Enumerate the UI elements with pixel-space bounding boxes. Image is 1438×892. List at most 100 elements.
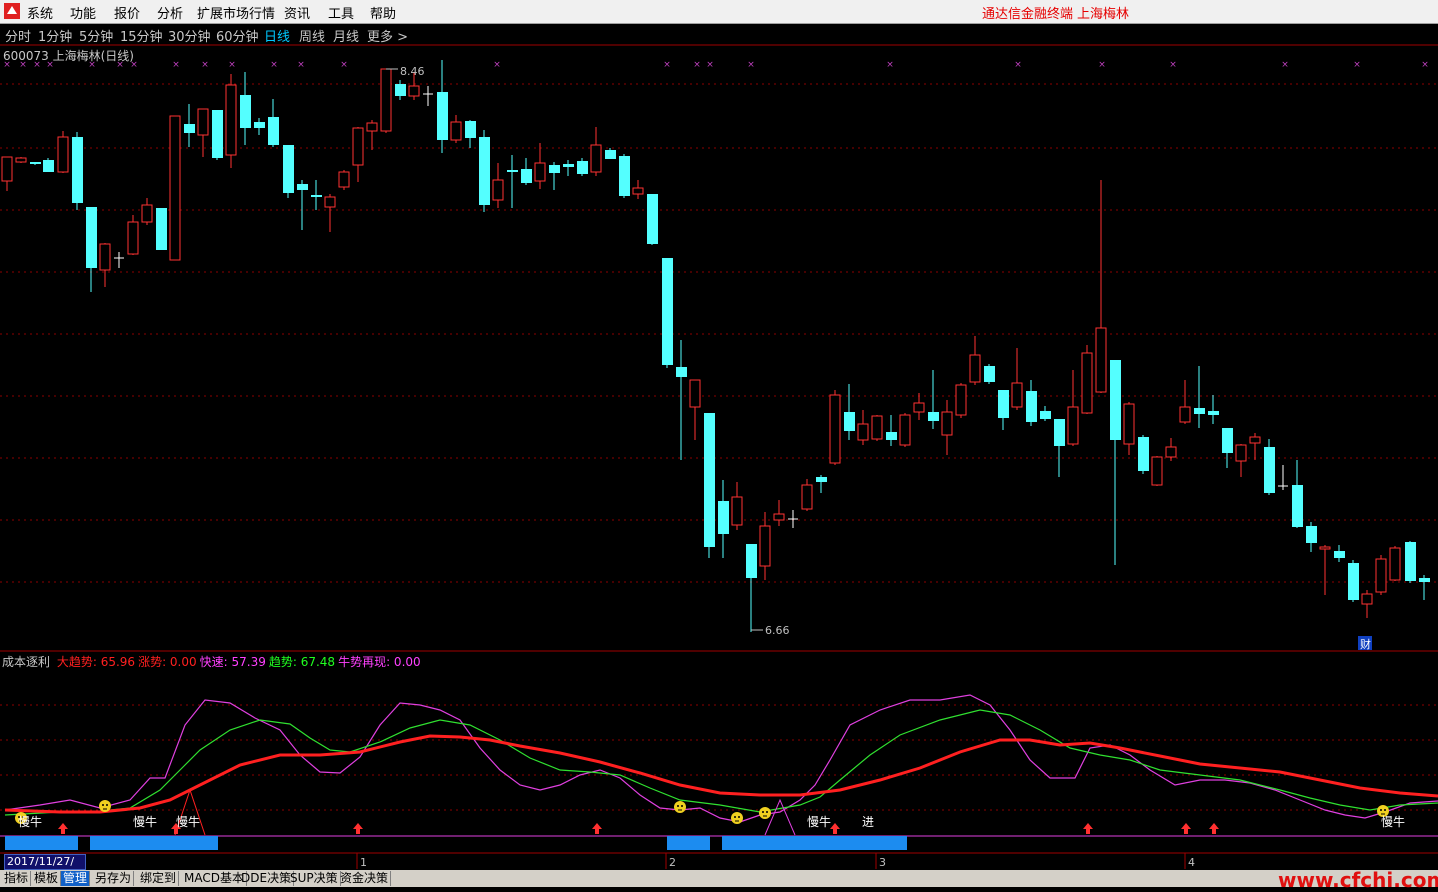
candle <box>465 120 476 148</box>
tab-sup-decision[interactable]: SUP决策 <box>288 871 341 886</box>
candle <box>1348 560 1359 602</box>
candle-body <box>955 384 967 416</box>
candle <box>212 110 223 160</box>
candle <box>492 163 504 208</box>
candle <box>352 127 364 182</box>
candle-body <box>984 366 995 382</box>
candle <box>1306 522 1317 552</box>
face-disc <box>674 801 686 813</box>
candle-body <box>437 92 448 140</box>
candle-body <box>676 367 687 377</box>
candle <box>647 194 658 245</box>
major-trend-line <box>4 734 1438 814</box>
candle <box>99 243 111 287</box>
candle <box>534 143 546 189</box>
tab-dde-decision[interactable]: DDE决策 <box>239 871 295 886</box>
candle <box>57 131 69 173</box>
tab-template[interactable]: 模板 <box>32 871 62 886</box>
up-arrow-icon <box>592 823 602 834</box>
candle-body <box>156 208 167 250</box>
face-disc <box>731 812 743 824</box>
candle-body <box>1123 403 1135 445</box>
signal-bar <box>5 836 78 850</box>
candle-body <box>1319 546 1331 550</box>
candle-body <box>647 194 658 244</box>
tab-indicator[interactable]: 指标 <box>2 871 32 886</box>
candle-body <box>465 121 476 138</box>
candle <box>1235 444 1247 477</box>
candle <box>563 160 574 176</box>
candle <box>184 104 195 147</box>
up-arrow-icon <box>1181 823 1191 834</box>
candle <box>1179 380 1191 424</box>
face-eye <box>1384 809 1386 811</box>
candle-body <box>1011 382 1023 408</box>
indicator-param: 快速: 57.39 <box>199 655 266 669</box>
candle <box>380 68 392 133</box>
candle <box>240 72 251 145</box>
candle-body <box>99 243 111 271</box>
candle <box>704 413 715 558</box>
candlestick-chart[interactable]: × × × × × × × × × × × × × × × × × × × × × × × × × 8.466.66财 慢牛 慢牛… <box>0 0 1438 870</box>
candle-body <box>212 110 223 158</box>
candle-body <box>718 501 729 534</box>
candle-body <box>969 354 981 383</box>
candle-body <box>1 156 13 182</box>
candle-body <box>521 169 532 183</box>
candle-body <box>1405 542 1416 581</box>
candle <box>1081 345 1093 414</box>
up-arrow-icon <box>353 823 363 834</box>
tab-bind-to[interactable]: 绑定到 <box>138 871 180 886</box>
candle <box>844 384 855 440</box>
candle-body <box>1040 411 1051 419</box>
candle <box>1264 439 1275 495</box>
candle <box>43 158 54 172</box>
trend-line <box>4 709 1438 816</box>
candle-body <box>72 137 83 203</box>
candle <box>731 482 743 530</box>
candle-body <box>1138 437 1149 471</box>
face-eye <box>681 805 683 807</box>
candle-body <box>913 402 925 413</box>
candle-body <box>297 184 308 190</box>
x-marker: × <box>340 60 348 70</box>
smiley-face-icon <box>99 800 111 812</box>
candle <box>549 162 560 190</box>
candle-body <box>1375 558 1387 593</box>
tab-fund-decision[interactable]: 资金决策 <box>338 871 392 886</box>
candle-body <box>169 115 181 261</box>
candle <box>829 390 841 465</box>
indicator-panel[interactable]: 慢牛 慢牛 慢牛 慢牛 进 慢牛 <box>0 694 1438 850</box>
candle <box>297 180 308 230</box>
candle-body <box>1026 391 1037 422</box>
candle <box>1011 348 1023 410</box>
candle <box>788 510 798 528</box>
candle <box>1319 545 1331 595</box>
smiley-face-icon <box>674 801 686 813</box>
tab-macd-basic[interactable]: MACD基本 <box>182 871 247 886</box>
candlestick-series[interactable] <box>1 60 1430 632</box>
x-marker: × <box>228 60 236 70</box>
up-arrow-icon <box>58 823 68 834</box>
fast-line <box>4 694 1438 823</box>
candle <box>984 364 995 384</box>
candle <box>479 130 490 212</box>
signal-bar <box>667 836 710 850</box>
candle <box>1123 402 1135 455</box>
candle <box>1 156 13 191</box>
smiley-face-icon <box>759 807 771 819</box>
candle <box>283 145 294 198</box>
tab-manage[interactable]: 管理 <box>61 871 91 886</box>
candle-body <box>324 196 336 208</box>
candle-body <box>479 137 490 205</box>
face-eye <box>734 816 736 818</box>
candle-body <box>1179 406 1191 423</box>
face-eye <box>1380 809 1382 811</box>
candle-body <box>1292 485 1303 527</box>
candle-body <box>773 513 785 521</box>
candle-body <box>605 150 616 159</box>
tab-save-as[interactable]: 另存为 <box>93 871 135 886</box>
candle-body <box>1208 411 1219 415</box>
x-marker: × <box>747 60 755 70</box>
candle-body <box>127 221 139 255</box>
